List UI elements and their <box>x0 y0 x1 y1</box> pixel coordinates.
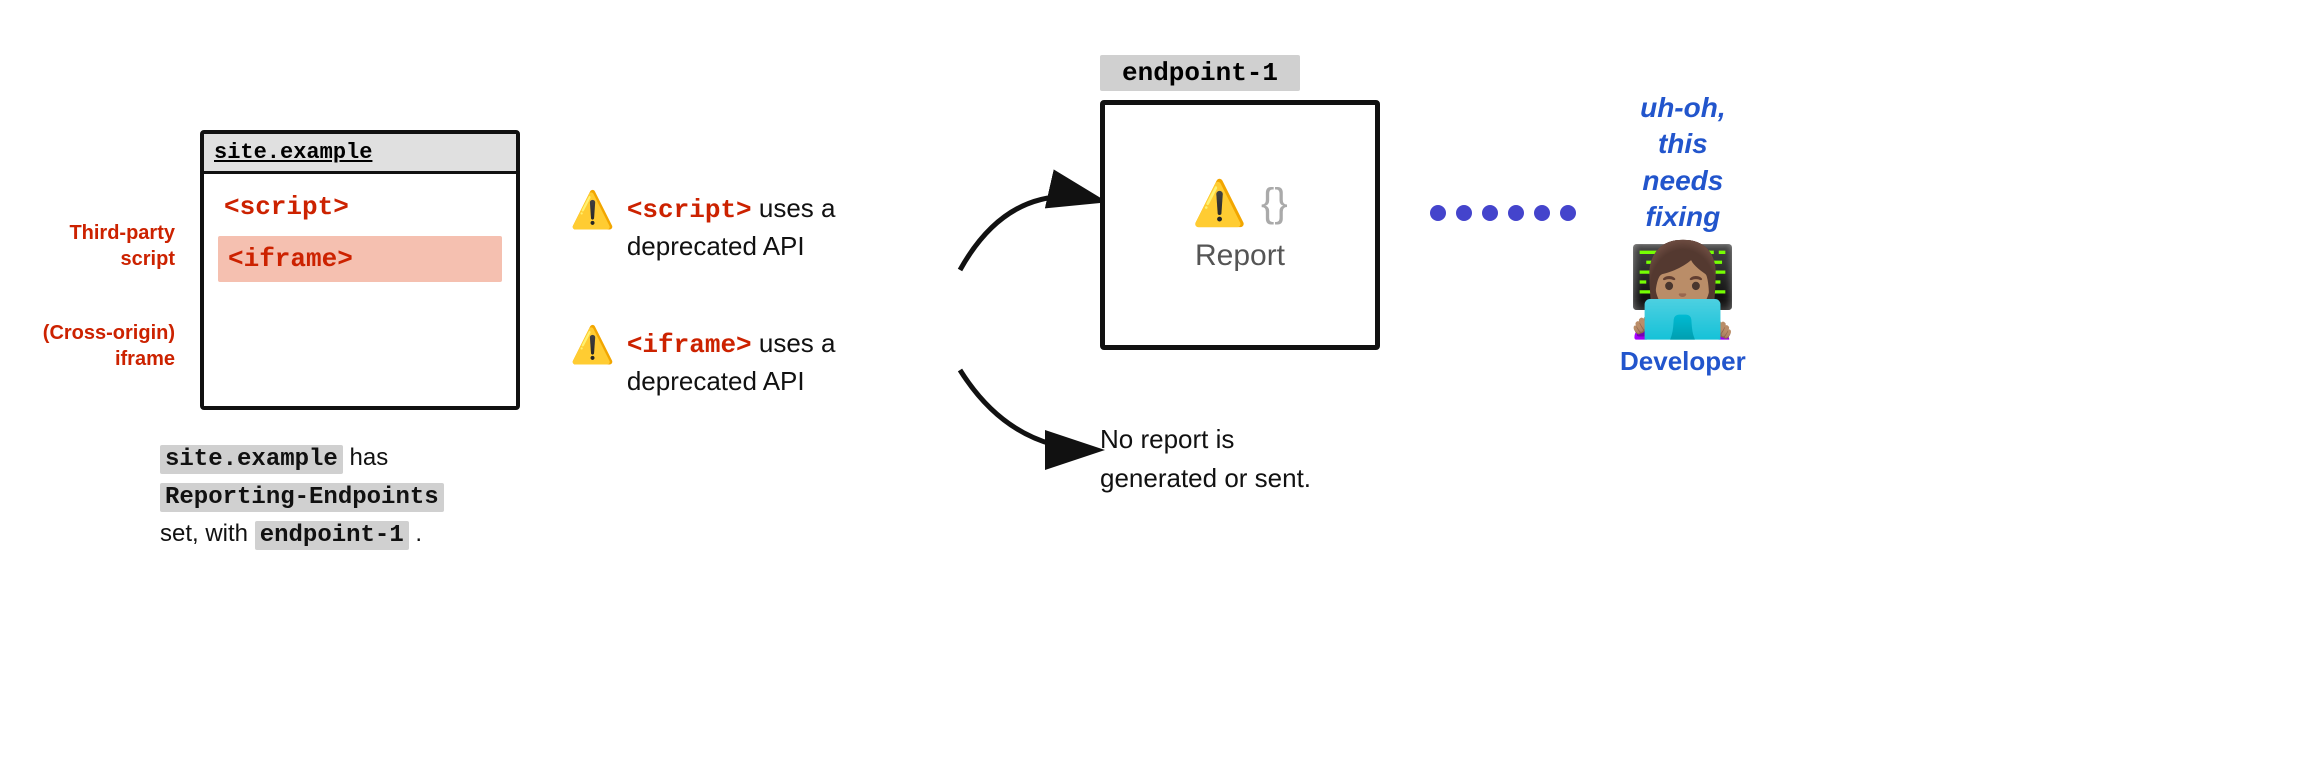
warnings-area: ⚠️ <script> uses a deprecated API ⚠️ <if… <box>570 190 927 400</box>
endpoint-box: ⚠️ {} Report <box>1100 100 1380 350</box>
dot-3 <box>1482 205 1498 221</box>
endpoint-label-top: endpoint-1 <box>1100 55 1300 91</box>
dot-4 <box>1508 205 1524 221</box>
warning-icon-1: ⚠️ <box>570 192 615 228</box>
dot-5 <box>1534 205 1550 221</box>
browser-body: <script> <iframe> <box>204 174 516 296</box>
warning-script: ⚠️ <script> uses a deprecated API <box>570 190 927 265</box>
bottom-description: site.example has Reporting-Endpoints set… <box>160 440 560 554</box>
site-example-code: site.example <box>160 445 343 474</box>
dot-6 <box>1560 205 1576 221</box>
browser-title: site.example <box>214 140 372 165</box>
developer-label: Developer <box>1620 346 1746 377</box>
developer-emoji: 👩🏽‍💻 <box>1627 246 1739 336</box>
dots-connector <box>1430 205 1576 221</box>
diagram-container: site.example <script> <iframe> Third-par… <box>0 0 2324 762</box>
third-party-label: Third-partyscript <box>20 220 175 272</box>
warning-text-1: <script> uses a deprecated API <box>627 190 927 265</box>
endpoint-icons: ⚠️ {} <box>1192 177 1288 229</box>
warning-icon-2: ⚠️ <box>570 327 615 363</box>
warning-text-2: <iframe> uses a deprecated API <box>627 325 927 400</box>
dot-1 <box>1430 205 1446 221</box>
script-tag-red: <script> <box>627 195 752 225</box>
iframe-tag: <iframe> <box>218 236 502 282</box>
browser-box: site.example <script> <iframe> <box>200 130 520 410</box>
reporting-endpoints-code: Reporting-Endpoints <box>160 483 444 512</box>
script-tag: <script> <box>218 188 502 226</box>
json-icon: {} <box>1261 181 1288 226</box>
iframe-tag-red: <iframe> <box>627 330 752 360</box>
uh-oh-text: uh-oh,thisneedsfixing <box>1640 90 1726 236</box>
bottom-desc-set-with: set, with endpoint-1 . <box>160 520 422 547</box>
endpoint1-code: endpoint-1 <box>255 521 409 550</box>
cross-origin-label: (Cross-origin)iframe <box>20 320 175 372</box>
warning-icon-endpoint: ⚠️ <box>1192 177 1247 229</box>
bottom-desc-line1: site.example has <box>160 444 388 471</box>
warning-iframe: ⚠️ <iframe> uses a deprecated API <box>570 325 927 400</box>
endpoint-report-text: Report <box>1195 239 1285 273</box>
developer-area: uh-oh,thisneedsfixing 👩🏽‍💻 Developer <box>1620 90 1746 377</box>
browser-title-bar: site.example <box>204 134 516 174</box>
no-report-text: No report isgenerated or sent. <box>1100 420 1420 498</box>
dot-2 <box>1456 205 1472 221</box>
